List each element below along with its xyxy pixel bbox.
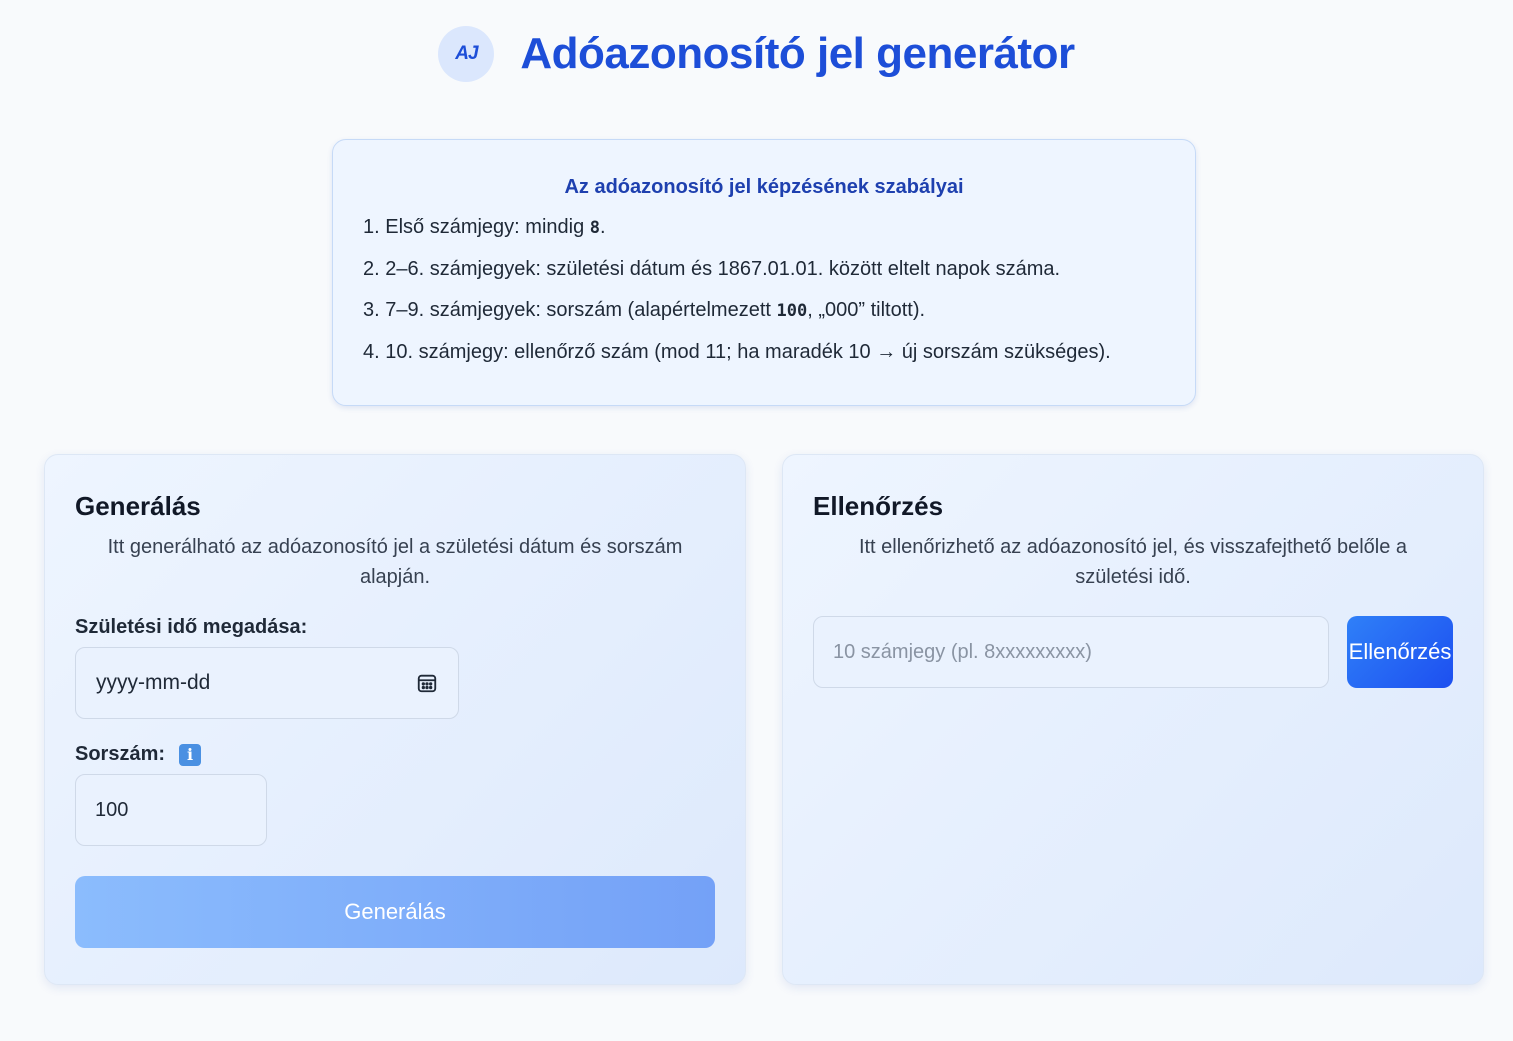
verify-button[interactable]: Ellenőrzés <box>1347 616 1453 688</box>
logo-badge: AJ <box>438 26 495 82</box>
rule-item: 3. 7–9. számjegyek: sorszám (alapértelme… <box>363 299 926 321</box>
tax-id-placeholder: 10 számjegy (pl. 8xxxxxxxxx) <box>833 640 1092 663</box>
tax-id-input[interactable]: 10 számjegy (pl. 8xxxxxxxxx) <box>813 616 1329 688</box>
generate-description: Itt generálható az adóazonosító jel a sz… <box>107 536 683 588</box>
verify-description: Itt ellenőrizhető az adóazonosító jel, é… <box>858 536 1408 588</box>
generate-card: Generálás Itt generálható az adóazonosít… <box>44 454 746 985</box>
generate-title: Generálás <box>75 491 201 521</box>
rules-panel: Az adóazonosító jel képzésének szabályai… <box>332 139 1196 406</box>
page-title: Adóazonosító jel generátor <box>520 29 1075 78</box>
verify-row: 10 számjegy (pl. 8xxxxxxxxx) Ellenőrzés <box>813 616 1453 688</box>
birth-date-label: Születési idő megadása: <box>75 616 308 638</box>
info-icon[interactable]: i <box>179 743 202 766</box>
rules-list: 1. Első számjegy: mindig 8. 2. 2–6. szám… <box>363 213 1165 366</box>
verify-card: Ellenőrzés Itt ellenőrizhető az adóazono… <box>782 454 1484 985</box>
rule-item: 4. 10. számjegy: ellenőrző szám (mod 11;… <box>363 341 1111 363</box>
verify-title: Ellenőrzés <box>813 491 944 521</box>
serial-input[interactable]: 100 <box>75 774 267 846</box>
serial-value: 100 <box>95 798 129 821</box>
serial-label: Sorszám: i <box>75 743 715 766</box>
generate-button[interactable]: Generálás <box>75 876 715 948</box>
calendar-icon[interactable] <box>416 672 438 694</box>
rule-item: 2. 2–6. számjegyek: születési dátum és 1… <box>363 258 1061 280</box>
rule-item: 1. Első számjegy: mindig 8. <box>363 216 606 238</box>
rules-title: Az adóazonosító jel képzésének szabályai <box>564 176 964 198</box>
header: AJ Adóazonosító jel generátor <box>0 26 1513 82</box>
birth-date-placeholder: yyyy-mm-dd <box>96 671 211 694</box>
birth-date-input[interactable]: yyyy-mm-dd <box>75 647 459 719</box>
